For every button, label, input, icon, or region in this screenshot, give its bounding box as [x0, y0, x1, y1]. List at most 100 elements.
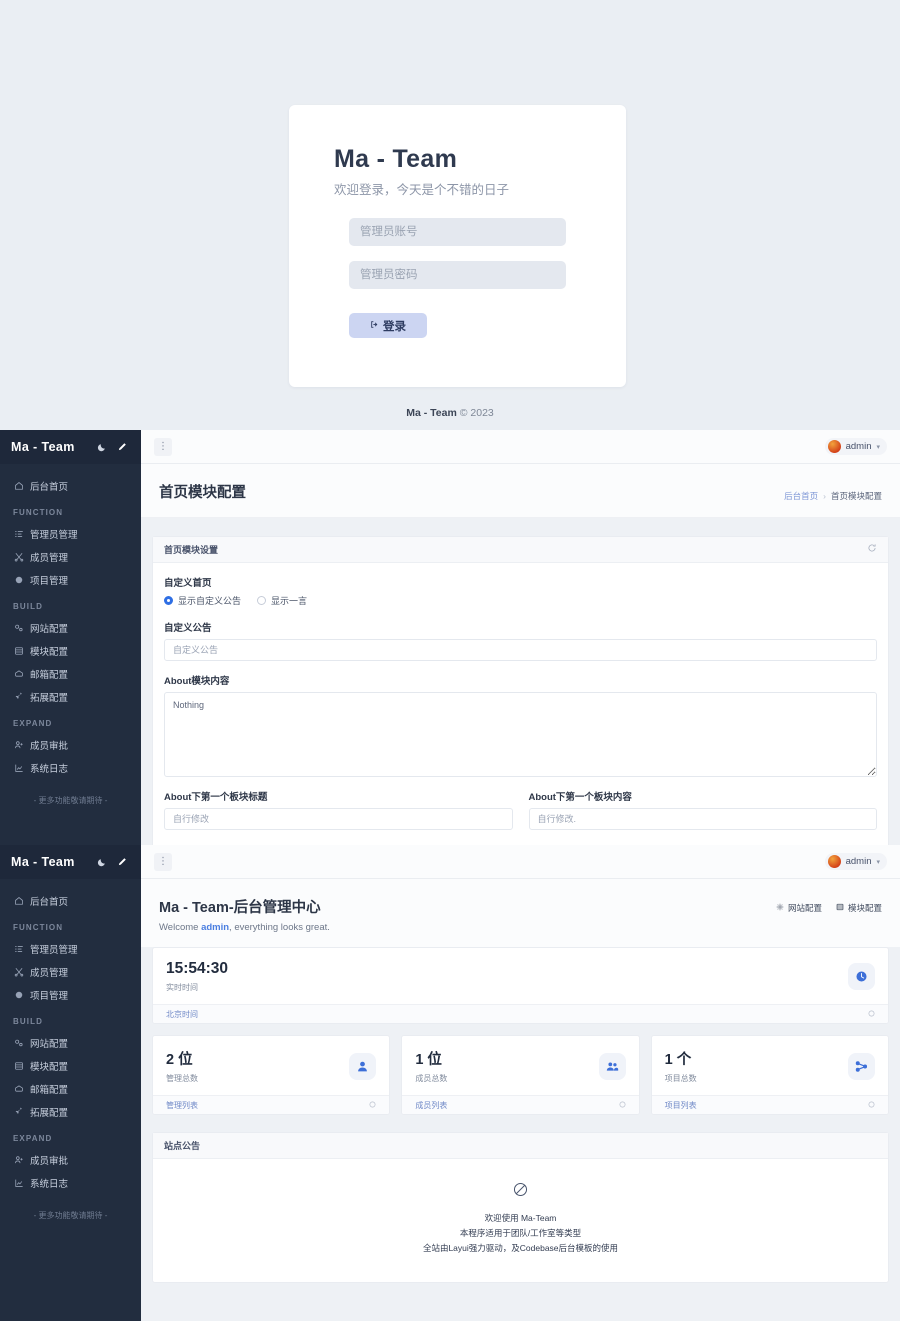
sidebar-group-title: FUNCTION: [13, 508, 64, 517]
block-content-field: About下第一个板块内容: [528, 789, 877, 842]
notice-line: 全站由Layui强力驱动，及Codebase后台模板的使用: [422, 1242, 619, 1253]
stat-footer-link[interactable]: 成员列表: [415, 1100, 447, 1111]
password-input[interactable]: [349, 261, 566, 289]
sidebar-item-member-approve[interactable]: 成员审批: [0, 1148, 141, 1171]
dashboard-body: 15:54:30 实时时间 北京时间 2 位 管理总数 管理列表 1 位 成员总…: [141, 947, 900, 1283]
sidebar-item-expand-config[interactable]: 拓展配置: [0, 685, 141, 708]
dashboard-header: Ma - Team-后台管理中心 Welcome admin, everythi…: [141, 879, 900, 947]
moon-icon[interactable]: [93, 854, 110, 871]
sidebar-item-home[interactable]: 后台首页: [0, 889, 141, 912]
login-arrow-icon: [370, 320, 379, 332]
sidebar-menu: 后台首页 FUNCTION 管理员管理 成员管理 项目管理 BUILD 网站配置…: [0, 879, 141, 1227]
clock-icon: [848, 963, 875, 990]
welcome-user: admin: [201, 922, 230, 933]
site-notice-card: 站点公告 欢迎使用 Ma-Team 本程序适用于团队/工作室等类型 全站由Lay…: [152, 1132, 889, 1283]
sidebar-group-title: BUILD: [13, 1017, 43, 1026]
clock-time: 15:54:30: [166, 960, 229, 977]
radio-hitokoto[interactable]: 显示一言: [257, 594, 307, 607]
stat-value: 2 位: [166, 1052, 193, 1068]
block-content-input[interactable]: [528, 808, 877, 830]
site-config-button[interactable]: 网站配置: [776, 902, 822, 914]
notice-line: 本程序适用于团队/工作室等类型: [459, 1227, 582, 1238]
vertical-dots-icon[interactable]: ⋮: [154, 852, 172, 871]
username-label: admin: [845, 856, 872, 867]
block-title-input[interactable]: [164, 808, 513, 830]
grid-icon: [836, 903, 844, 913]
pencil-icon[interactable]: [113, 854, 130, 871]
sidebar-item-member-approve[interactable]: 成员审批: [0, 733, 141, 756]
about-textarea[interactable]: Nothing: [164, 692, 877, 777]
chart-icon: [13, 762, 24, 773]
sidebar-item-member-manage[interactable]: 成员管理: [0, 960, 141, 983]
stat-text-block: 2 位 管理总数: [166, 1048, 198, 1084]
notice-line: 欢迎使用 Ma-Team: [484, 1213, 557, 1223]
no-data-icon: [153, 1181, 888, 1203]
stat-footer-link[interactable]: 管理列表: [166, 1100, 198, 1111]
sidebar-footer-note: - 更多功能敬请期待 -: [33, 1211, 108, 1220]
page-body: 首页模块设置 自定义首页 显示自定义公告 显示一言 自定义公告 自定义公告 Ab…: [141, 518, 900, 845]
sidebar-item-project-manage[interactable]: 项目管理: [0, 983, 141, 1006]
refresh-icon[interactable]: [867, 543, 877, 556]
dashboard-title: Ma - Team-后台管理中心: [159, 900, 321, 916]
user-menu[interactable]: admin ▾: [824, 438, 887, 455]
sidebar-menu: 后台首页 FUNCTION 管理员管理 成员管理 项目管理 BUILD 网站配置…: [0, 464, 141, 812]
sidebar-item-system-log[interactable]: 系统日志: [0, 1171, 141, 1194]
radio-label: 显示一言: [271, 596, 308, 606]
sidebar-item-home[interactable]: 后台首页: [0, 474, 141, 497]
pencil-icon[interactable]: [113, 439, 130, 456]
module-config-button[interactable]: 模块配置: [836, 902, 882, 914]
stat-card-footer[interactable]: 管理列表: [153, 1095, 390, 1114]
cube-icon: [13, 574, 24, 585]
avatar: [827, 855, 841, 868]
envelope-icon: [13, 668, 24, 679]
sidebar: Ma - Team 后台首页 FUNCTION 管理员管理 成员管理 项目管理 …: [0, 430, 141, 845]
breadcrumb-root[interactable]: 后台首页: [784, 490, 818, 502]
dashboard-heading-block: Ma - Team-后台管理中心 Welcome admin, everythi…: [159, 896, 330, 933]
module-config-screen: Ma - Team 后台首页 FUNCTION 管理员管理 成员管理 项目管理 …: [0, 430, 900, 845]
stat-card-footer[interactable]: 项目列表: [651, 1095, 888, 1114]
page-header: 首页模块配置 后台首页 › 首页模块配置: [141, 464, 900, 518]
sidebar-item-project-manage[interactable]: 项目管理: [0, 568, 141, 591]
sidebar-item-member-manage[interactable]: 成员管理: [0, 545, 141, 568]
sidebar-brand: Ma - Team: [11, 440, 75, 454]
user-menu[interactable]: admin ▾: [824, 853, 887, 870]
clock-label: 实时时间: [166, 983, 198, 992]
main-content: ⋮ admin ▾ Ma - Team-后台管理中心 Welcome admin…: [141, 845, 900, 1321]
clock-footer-link[interactable]: 北京时间: [166, 1009, 198, 1020]
stat-footer-link[interactable]: 项目列表: [665, 1100, 697, 1111]
sidebar-item-email-config[interactable]: 邮箱配置: [0, 1077, 141, 1100]
sidebar-item-system-log[interactable]: 系统日志: [0, 756, 141, 779]
clock-card-footer[interactable]: 北京时间: [153, 1004, 888, 1023]
sidebar-item-admin-manage[interactable]: 管理员管理: [0, 937, 141, 960]
login-button[interactable]: 登录: [349, 313, 427, 338]
sidebar-item-label: 成员管理: [30, 552, 69, 564]
user-plus-icon: [13, 1154, 24, 1165]
sidebar-item-module-config[interactable]: 模块配置: [0, 1054, 141, 1077]
sidebar-item-module-config[interactable]: 模块配置: [0, 639, 141, 662]
sidebar-group-title: EXPAND: [13, 1134, 53, 1143]
username-input[interactable]: [349, 218, 566, 246]
sidebar: Ma - Team 后台首页 FUNCTION 管理员管理 成员管理 项目管理 …: [0, 845, 141, 1321]
action-label: 网站配置: [787, 903, 822, 913]
clock-card-top: 15:54:30 实时时间: [153, 948, 888, 1004]
moon-icon[interactable]: [93, 439, 110, 456]
sidebar-item-email-config[interactable]: 邮箱配置: [0, 662, 141, 685]
stat-card-footer[interactable]: 成员列表: [402, 1095, 639, 1114]
sidebar-item-admin-manage[interactable]: 管理员管理: [0, 522, 141, 545]
sidebar-item-expand-config[interactable]: 拓展配置: [0, 1100, 141, 1123]
card-title: 首页模块设置: [164, 545, 219, 555]
home-icon: [13, 895, 24, 906]
list-icon: [13, 528, 24, 539]
breadcrumb: 后台首页 › 首页模块配置: [784, 490, 882, 502]
sitemap-icon: [847, 1052, 875, 1080]
vertical-dots-icon[interactable]: ⋮: [154, 437, 172, 456]
stat-label: 项目总数: [664, 1074, 697, 1083]
users-icon: [598, 1052, 626, 1080]
cube-icon: [13, 989, 24, 1000]
sidebar-item-site-config[interactable]: 网站配置: [0, 616, 141, 639]
sidebar-item-site-config[interactable]: 网站配置: [0, 1031, 141, 1054]
card-body: 自定义首页 显示自定义公告 显示一言 自定义公告 自定义公告 About模块内容…: [153, 563, 888, 845]
user-icon: [349, 1052, 377, 1080]
radio-custom-notice[interactable]: 显示自定义公告: [164, 594, 241, 607]
notice-input[interactable]: [164, 639, 877, 661]
